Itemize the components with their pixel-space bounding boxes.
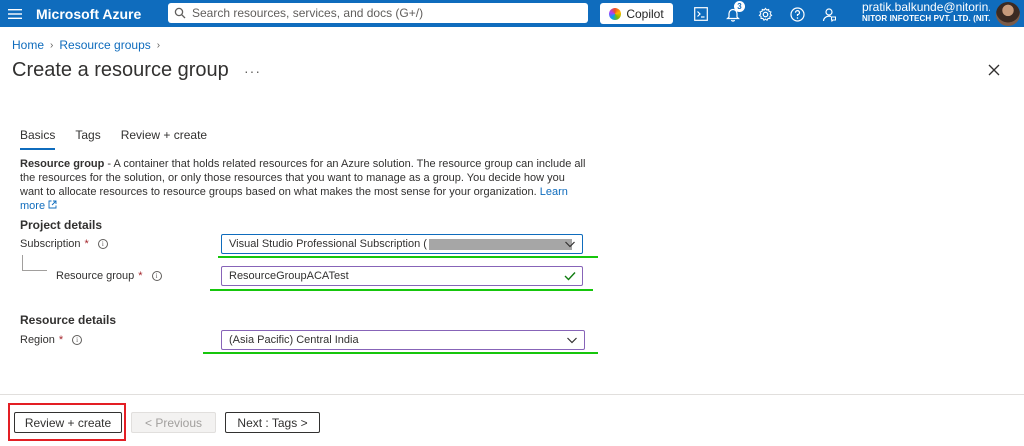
notification-count-badge: 3 [734, 1, 745, 12]
next-tags-button[interactable]: Next : Tags > [225, 412, 320, 433]
previous-button: < Previous [131, 412, 216, 433]
project-details-heading: Project details [20, 218, 103, 232]
info-icon[interactable]: i [72, 335, 83, 345]
redacted-subscription-id [428, 238, 572, 250]
more-options-icon[interactable]: ··· [244, 63, 261, 79]
resource-group-label: Resource group * i [56, 270, 162, 282]
breadcrumb-home[interactable]: Home [12, 38, 44, 52]
chevron-right-icon: › [156, 39, 161, 51]
feedback-icon[interactable] [819, 4, 839, 24]
resource-group-description: Resource group - A container that holds … [20, 157, 590, 213]
cloud-shell-icon[interactable] [691, 4, 711, 24]
copilot-icon [609, 7, 622, 20]
chevron-down-icon [566, 334, 578, 349]
tab-basics[interactable]: Basics [20, 128, 56, 150]
description-text: - A container that holds related resourc… [20, 158, 586, 198]
green-underline-annotation [203, 352, 598, 354]
notifications-icon[interactable]: 3 [723, 1, 745, 24]
green-underline-annotation [210, 289, 593, 291]
search-input[interactable]: Search resources, services, and docs (G+… [168, 3, 588, 23]
tab-tags[interactable]: Tags [75, 128, 100, 150]
region-select[interactable]: (Asia Pacific) Central India [221, 330, 585, 350]
required-asterisk: * [58, 334, 64, 346]
search-icon [174, 7, 186, 19]
required-asterisk: * [138, 270, 143, 282]
avatar[interactable] [996, 2, 1020, 26]
close-icon[interactable] [985, 61, 1003, 79]
copilot-button[interactable]: Copilot [600, 3, 673, 24]
subscription-label-text: Subscription [20, 238, 81, 250]
footer-divider [0, 394, 1024, 395]
region-value: (Asia Pacific) Central India [229, 334, 359, 346]
resource-group-input[interactable]: ResourceGroupACATest [221, 266, 583, 286]
region-label-text: Region [20, 334, 55, 346]
tab-list: Basics Tags Review + create [20, 128, 227, 150]
help-icon[interactable] [787, 4, 807, 24]
page-title: Create a resource group [12, 59, 229, 81]
info-icon[interactable]: i [97, 239, 108, 249]
top-navigation-bar: Microsoft Azure Search resources, servic… [0, 0, 1024, 27]
tab-review-create[interactable]: Review + create [121, 128, 207, 150]
red-highlight-annotation [8, 403, 126, 441]
chevron-down-icon [564, 238, 576, 253]
resource-group-label-text: Resource group [56, 270, 135, 282]
subscription-value: Visual Studio Professional Subscription … [229, 238, 427, 250]
account-org: NITOR INFOTECH PVT. LTD. (NIT... [862, 14, 990, 23]
description-term: Resource group [20, 158, 105, 170]
menu-icon[interactable] [0, 0, 30, 27]
valid-check-icon [564, 271, 576, 284]
breadcrumb-resource-groups[interactable]: Resource groups [59, 38, 150, 52]
subscription-select[interactable]: Visual Studio Professional Subscription … [221, 234, 583, 254]
required-asterisk: * [84, 238, 89, 250]
external-link-icon [48, 200, 57, 209]
breadcrumb: Home › Resource groups › [12, 38, 160, 52]
search-placeholder: Search resources, services, and docs (G+… [192, 6, 424, 20]
chevron-right-icon: › [50, 39, 54, 51]
info-icon[interactable]: i [151, 271, 162, 281]
account-name: pratik.balkunde@nitorin... [862, 1, 990, 14]
region-label: Region * i [20, 334, 83, 346]
resource-details-heading: Resource details [20, 313, 117, 327]
tree-connector [22, 255, 47, 271]
green-underline-annotation [218, 256, 598, 258]
subscription-label: Subscription * i [20, 238, 108, 250]
brand-title[interactable]: Microsoft Azure [36, 6, 156, 22]
account-info[interactable]: pratik.balkunde@nitorin... NITOR INFOTEC… [862, 1, 990, 25]
copilot-label: Copilot [626, 6, 664, 21]
settings-icon[interactable] [755, 4, 775, 24]
resource-group-value: ResourceGroupACATest [229, 270, 349, 282]
